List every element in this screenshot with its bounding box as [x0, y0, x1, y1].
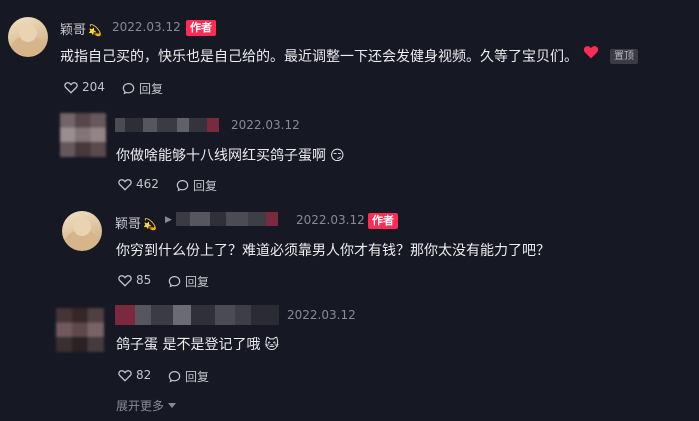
heart-outline-icon [118, 178, 132, 191]
reply-label: 回复 [139, 82, 164, 96]
comment-text: 你做啥能够十八线网红买鸽子蛋啊 😏 [116, 145, 345, 165]
author-name: 颖哥 [60, 23, 87, 38]
heart-outline-icon [118, 274, 132, 287]
author-emoji: 💫 [143, 218, 157, 231]
like-button[interactable]: 204 [64, 80, 105, 94]
comment-text: 戒指自己买的，快乐也是自己给的。最近调整一下还会发健身视频。久等了宝贝们。 [60, 49, 578, 65]
expand-more-button[interactable]: 展开更多 [116, 397, 177, 414]
smirk-emoji: 😏 [330, 148, 345, 164]
like-count: 462 [136, 177, 159, 191]
comment-text: 鸽子蛋 是不是登记了哦 🐱 [116, 334, 279, 354]
commenter-avatar[interactable] [56, 308, 104, 352]
like-count: 85 [136, 273, 152, 287]
heart-outline-icon [64, 81, 78, 94]
comment-bubble-icon [122, 83, 135, 95]
heart-filled-icon [583, 46, 599, 59]
cat-emoji: 🐱 [264, 337, 280, 353]
comment-date: 2022.03.12 [296, 213, 365, 227]
reply-label: 回复 [185, 370, 210, 384]
heart-outline-icon [118, 369, 132, 382]
pinned-badge: 置顶 [610, 49, 638, 64]
like-button[interactable]: 462 [118, 177, 159, 191]
reply-button[interactable]: 回复 [122, 80, 163, 97]
comment-text: 你穷到什么份上了？难道必须靠男人你才有钱？那你太没有能力了吧？ [116, 243, 550, 259]
comment-text-body: 鸽子蛋 是不是登记了哦 [116, 337, 261, 353]
like-button[interactable]: 82 [118, 368, 151, 382]
author-badge: 作者 [368, 213, 398, 229]
comment-bubble-icon [168, 371, 181, 383]
expand-more-label: 展开更多 [116, 399, 165, 413]
like-button[interactable]: 85 [118, 273, 151, 287]
commenter-avatar[interactable] [60, 113, 106, 157]
reply-label: 回复 [193, 179, 218, 193]
commenter-name-blurred[interactable] [115, 118, 219, 132]
reply-label: 回复 [185, 275, 210, 289]
author-emoji: 💫 [88, 24, 102, 37]
comment-text-body: 你做啥能够十八线网红买鸽子蛋啊 [116, 148, 326, 164]
comment-date: 2022.03.12 [287, 308, 356, 322]
author-badge: 作者 [186, 20, 216, 36]
reply-button[interactable]: 回复 [176, 177, 217, 194]
comment-author[interactable]: 颖哥 💫 [115, 213, 157, 232]
comment-bubble-icon [168, 276, 181, 288]
chevron-down-icon [168, 402, 177, 408]
author-name: 颖哥 [115, 217, 142, 232]
comment-date: 2022.03.12 [112, 20, 181, 34]
comment-author[interactable]: 颖哥 💫 [60, 19, 102, 38]
reply-to-arrow-icon: ▶ [165, 215, 172, 225]
reply-button[interactable]: 回复 [168, 273, 209, 290]
comment-bubble-icon [176, 180, 189, 192]
like-count: 204 [82, 80, 105, 94]
comment-date: 2022.03.12 [231, 118, 300, 132]
author-avatar[interactable] [8, 17, 48, 57]
reply-button[interactable]: 回复 [168, 368, 209, 385]
like-count: 82 [136, 368, 152, 382]
author-avatar[interactable] [62, 211, 102, 251]
reply-target-name-blurred[interactable] [176, 212, 278, 226]
commenter-name-blurred[interactable] [115, 305, 279, 325]
